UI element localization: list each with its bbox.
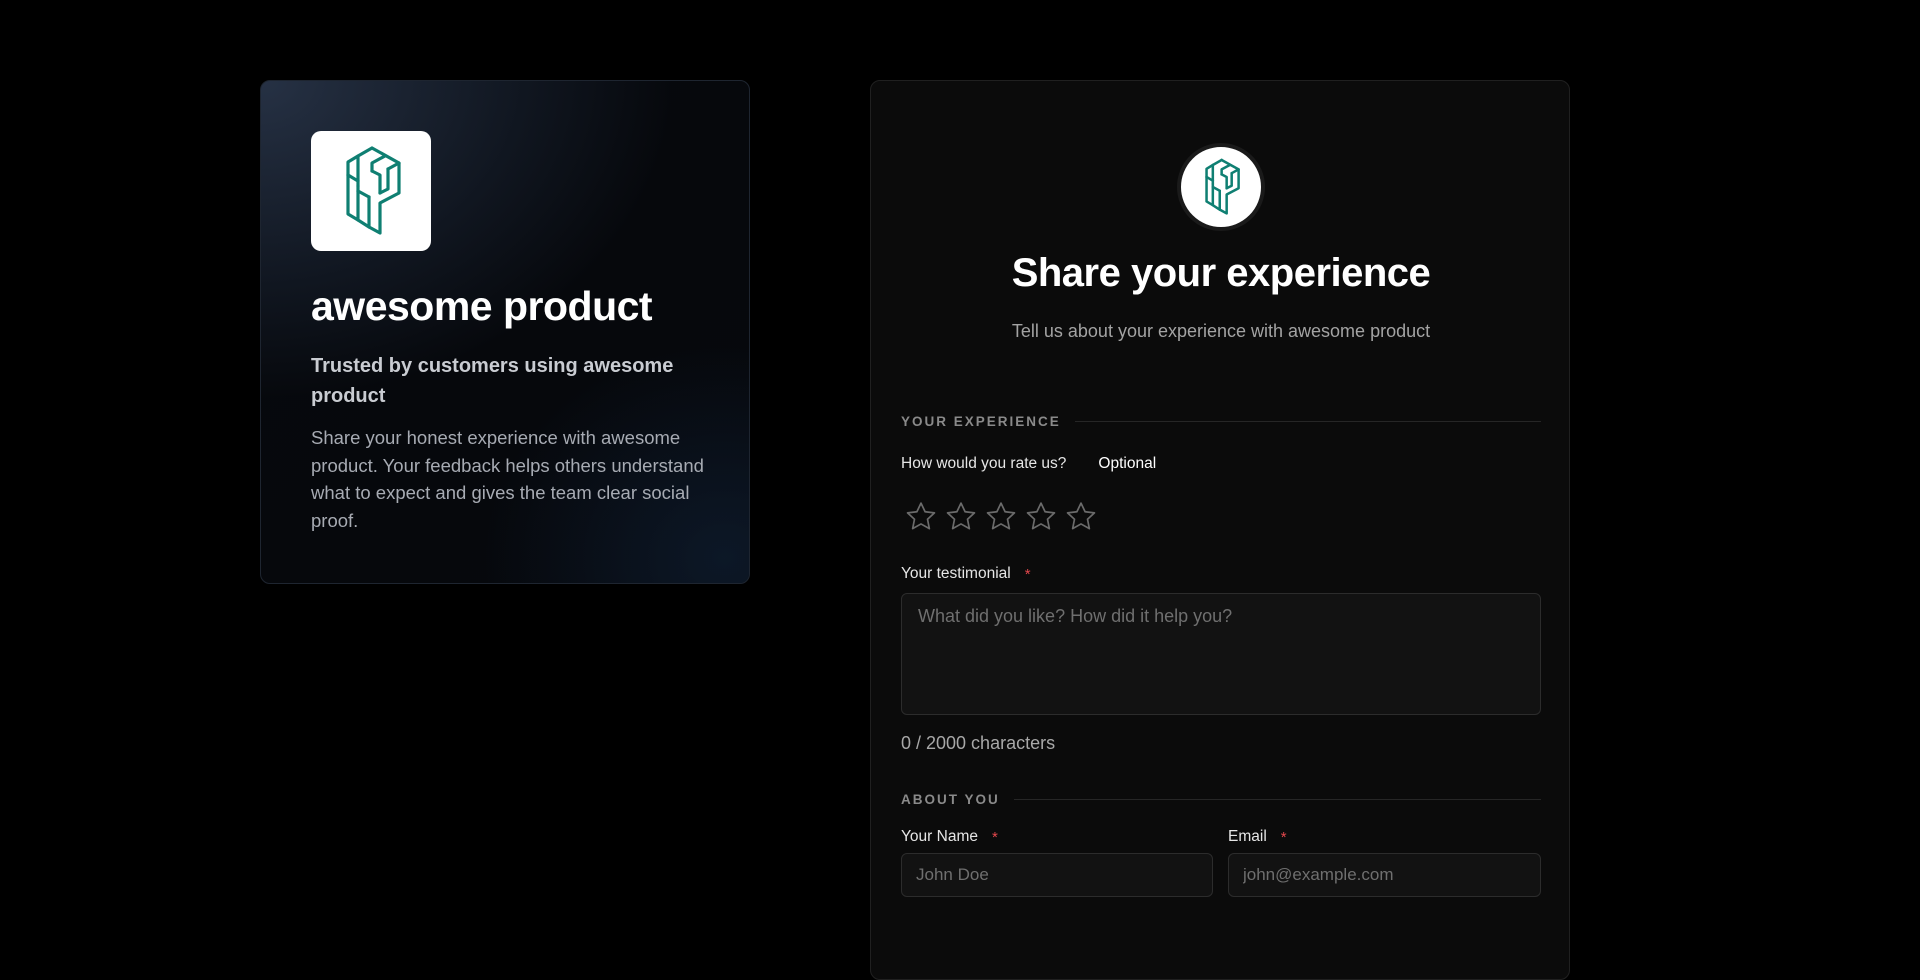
required-mark: * — [991, 828, 998, 846]
product-logo — [311, 131, 431, 251]
section-divider — [1074, 421, 1541, 422]
form-logo-avatar — [1177, 143, 1265, 231]
section-header-experience: YOUR EXPERIENCE — [901, 414, 1541, 429]
product-tagline: Trusted by customers using awesome produ… — [311, 355, 674, 407]
form-title: Share your experience — [1011, 251, 1431, 295]
section-divider — [1013, 799, 1541, 800]
section-label: YOUR EXPERIENCE — [901, 414, 1061, 429]
star-1-button[interactable] — [903, 499, 939, 535]
star-3-button[interactable] — [983, 499, 1019, 535]
email-label: Email — [1228, 828, 1267, 845]
name-label-row: Your Name * — [901, 828, 998, 846]
product-name: awesome product — [311, 283, 653, 329]
name-label: Your Name — [901, 828, 978, 845]
form-subtitle: Tell us about your experience with aweso… — [1011, 321, 1431, 341]
product-logo-icon — [346, 146, 401, 235]
star-outline-icon — [1026, 502, 1056, 530]
section-header-about: ABOUT YOU — [901, 792, 1541, 807]
required-mark: * — [1280, 828, 1287, 846]
product-logo-icon — [1205, 158, 1240, 215]
testimonial-label-row: Your testimonial * — [901, 565, 1031, 583]
rating-label-row: How would you rate us? Optional — [901, 455, 1156, 473]
required-mark: * — [1024, 565, 1031, 583]
star-2-button[interactable] — [943, 499, 979, 535]
product-description: Share your honest experience with awesom… — [311, 427, 704, 531]
rating-label: How would you rate us? — [901, 455, 1067, 472]
testimonial-form-card: Share your experience Tell us about your… — [870, 80, 1570, 980]
star-outline-icon — [906, 502, 936, 530]
testimonial-textarea[interactable] — [901, 593, 1541, 715]
star-outline-icon — [946, 502, 976, 530]
email-label-row: Email * — [1228, 828, 1287, 846]
star-outline-icon — [1066, 502, 1096, 530]
star-outline-icon — [986, 502, 1016, 530]
optional-tag: Optional — [1098, 455, 1157, 472]
email-input[interactable] — [1228, 853, 1541, 897]
name-input[interactable] — [901, 853, 1213, 897]
star-5-button[interactable] — [1063, 499, 1099, 535]
section-label: ABOUT YOU — [901, 792, 1000, 807]
product-card: awesome product Trusted by customers usi… — [260, 80, 750, 584]
testimonial-label: Your testimonial — [901, 565, 1011, 582]
star-4-button[interactable] — [1023, 499, 1059, 535]
character-count: 0 / 2000 characters — [901, 733, 1056, 753]
star-rating[interactable] — [903, 499, 1099, 535]
